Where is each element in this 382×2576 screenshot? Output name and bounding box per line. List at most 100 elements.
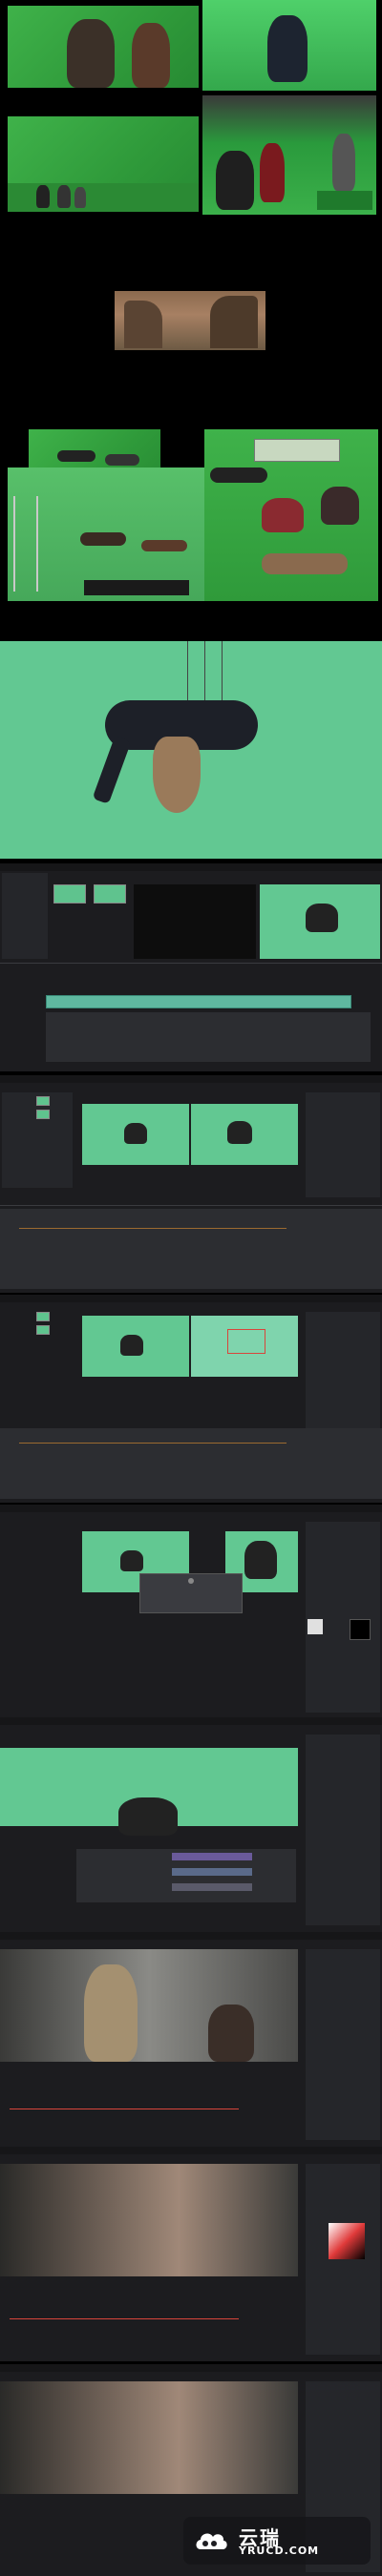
wire-hang-closeup-photo [0, 641, 382, 859]
clip-thumbnail[interactable] [36, 1312, 50, 1321]
leg-shape [92, 736, 132, 804]
jumper-figure [105, 454, 139, 466]
actor-figure [132, 23, 170, 88]
color-picker-gradient[interactable] [329, 2223, 365, 2259]
clip-thumbnail[interactable] [53, 884, 86, 904]
stunt-figure [262, 498, 304, 532]
viewer-left [82, 1316, 189, 1377]
stunt-figure [321, 487, 359, 525]
interior-scene-viewer [0, 2164, 298, 2276]
inspector-panel[interactable] [306, 1312, 380, 1436]
greenscreen-flying-hero-photo [202, 0, 376, 91]
inspector-panel[interactable] [306, 1949, 380, 2140]
hanging-woman-figure [120, 1550, 143, 1571]
timeline-area[interactable] [46, 1012, 371, 1062]
hanging-woman-figure [244, 1541, 277, 1579]
crew-figure [36, 185, 50, 208]
title-bar [0, 1932, 382, 1940]
clip-bar [172, 1868, 252, 1876]
resolve-fusion-page-1-screenshot [0, 1075, 382, 1293]
title-bar [0, 1075, 382, 1083]
greenscreen-actors-back-photo [8, 6, 199, 88]
hanging-woman-figure [227, 1121, 252, 1144]
inspector-panel[interactable] [306, 1092, 380, 1197]
node-editor[interactable] [0, 1209, 382, 1289]
greenscreen-jump-collage-photo-2 [8, 467, 208, 601]
title-bar [0, 1505, 382, 1512]
clip-thumbnail[interactable] [94, 884, 126, 904]
man-figure [208, 2005, 254, 2062]
title-bar [0, 1295, 382, 1302]
clip-bar [172, 1883, 252, 1891]
crew-figure [74, 187, 86, 208]
camera-operator-figure [216, 151, 254, 210]
resolve-fusion-page-3-screenshot [0, 1505, 382, 1717]
ladder-shape [13, 496, 38, 592]
viewer-right [191, 1104, 298, 1165]
color-swatch-black[interactable] [350, 1619, 371, 1640]
keyed-viewer [0, 1748, 298, 1836]
divider [0, 963, 382, 964]
interior-scene-viewer [0, 1949, 298, 2062]
source-viewer [134, 884, 256, 959]
hero-figure [267, 15, 308, 82]
color-swatch-white[interactable] [308, 1619, 323, 1634]
viewer-right-wireframe [191, 1316, 298, 1377]
mural-banner [254, 439, 340, 462]
hanging-woman-figure [120, 1335, 143, 1356]
jumper-figure [57, 450, 96, 462]
media-pool[interactable] [2, 873, 48, 959]
keyframe-line [19, 1228, 286, 1229]
hanging-woman-figure [306, 904, 338, 932]
cliff-shape [210, 296, 258, 348]
chair-row [84, 580, 189, 595]
fantasy-cliff-matte-photo [115, 291, 265, 350]
timeline-track[interactable] [46, 995, 351, 1008]
resolve-fusion-page-2-screenshot [0, 1295, 382, 1503]
hanging-woman-figure [124, 1123, 147, 1144]
viewer-left [82, 1104, 189, 1165]
dialog-popup[interactable] [139, 1573, 243, 1613]
title-bar [0, 2364, 382, 2372]
timeline-viewer [260, 884, 380, 959]
divider [0, 1205, 382, 1206]
stunt-figure [141, 540, 187, 551]
stunt-figure [80, 532, 126, 546]
woman-figure [84, 1964, 138, 2062]
watermark: 云瑞 YRUCD.COM [183, 2517, 371, 2565]
wire-line [204, 641, 205, 708]
actress-red-figure [260, 143, 285, 202]
clip-thumbnail[interactable] [36, 1325, 50, 1335]
greenscreen-studio-wide-photo [8, 116, 199, 212]
resolve-color-page-3-screenshot [0, 2147, 382, 2361]
clip-thumbnail[interactable] [36, 1096, 50, 1106]
keyframe-line [19, 1443, 286, 1444]
title-bar [0, 863, 382, 871]
crew-figure [57, 185, 71, 208]
title-bar [0, 1717, 382, 1725]
node-editor[interactable] [0, 1428, 382, 1499]
cloud-logo-icon [196, 2533, 227, 2549]
resolve-color-page-1-screenshot [0, 1717, 382, 1932]
tracker-box [227, 1329, 265, 1354]
hanging-stunt-figure [332, 134, 355, 191]
wire-line [187, 641, 188, 708]
stunt-figure [210, 467, 267, 483]
interior-scene-viewer [0, 2381, 298, 2494]
clip-thumbnail[interactable] [36, 1110, 50, 1119]
media-pool[interactable] [2, 1092, 73, 1188]
dialog-icon [188, 1578, 194, 1584]
resolve-edit-page-screenshot [0, 863, 382, 1071]
rig-mat [317, 191, 372, 210]
keyframe-line [10, 2318, 239, 2319]
greenscreen-jump-collage-photo-3 [204, 429, 378, 601]
title-bar [0, 2147, 382, 2154]
clip-bar [172, 1853, 252, 1860]
watermark-en-text: YRUCD.COM [239, 2545, 320, 2557]
cliff-shape [124, 301, 162, 348]
stunt-figure [262, 553, 348, 574]
inspector-panel[interactable] [306, 2164, 380, 2355]
inspector-panel[interactable] [306, 1522, 380, 1713]
resolve-color-page-2-screenshot [0, 1932, 382, 2147]
inspector-panel[interactable] [306, 1735, 380, 1925]
